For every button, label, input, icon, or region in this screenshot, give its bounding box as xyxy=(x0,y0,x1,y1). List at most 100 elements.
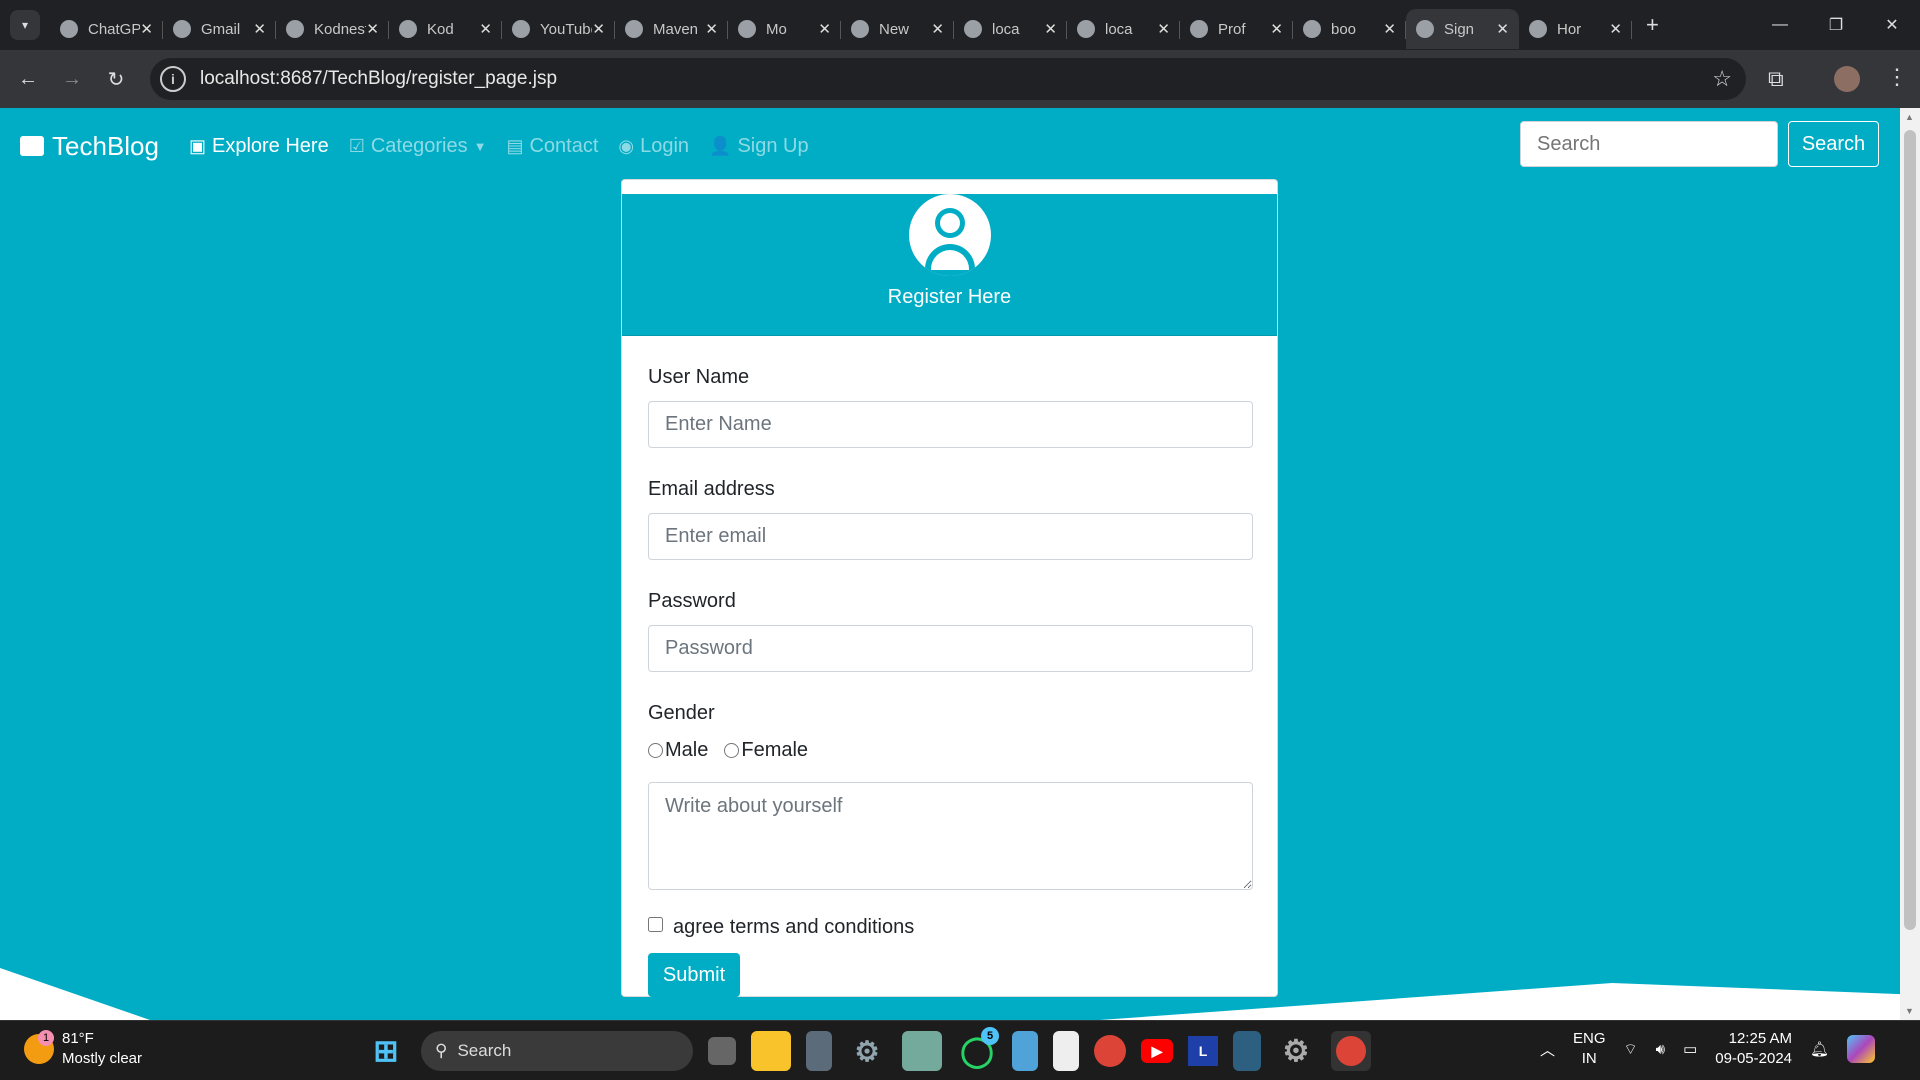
close-tab-icon[interactable]: ✕ xyxy=(818,20,831,38)
taskbar-search-label: Search xyxy=(457,1041,512,1060)
browser-tab[interactable]: Sign ✕ xyxy=(1406,9,1519,49)
male-radio[interactable] xyxy=(648,743,663,758)
globe-icon xyxy=(1190,20,1208,38)
back-button[interactable]: ← xyxy=(6,68,50,91)
tray-overflow-icon[interactable]: ︿ xyxy=(1540,1039,1555,1060)
notification-bell-icon[interactable]: 🔔︎ xyxy=(1810,1040,1829,1058)
browser-tab[interactable]: YouTube✕ xyxy=(502,9,615,49)
volume-icon[interactable]: 🔊︎ xyxy=(1656,1041,1665,1058)
browser-tab[interactable]: Kodnest ✕ xyxy=(276,9,389,49)
tab-title: Prof xyxy=(1218,20,1246,38)
browser-tab[interactable]: loca ✕ xyxy=(1067,9,1180,49)
close-tab-icon[interactable]: ✕ xyxy=(366,20,379,38)
chrome-active-icon[interactable] xyxy=(1331,1031,1371,1071)
minimize-button[interactable]: — xyxy=(1752,0,1808,50)
user-circle-icon xyxy=(908,194,991,276)
calculator-icon[interactable] xyxy=(806,1031,832,1071)
close-tab-icon[interactable]: ✕ xyxy=(140,20,153,38)
copilot-icon[interactable] xyxy=(1847,1035,1876,1063)
close-tab-icon[interactable]: ✕ xyxy=(253,20,266,38)
l-app-icon[interactable]: L xyxy=(1188,1036,1218,1066)
profile-avatar[interactable] xyxy=(1834,66,1860,92)
battery-icon[interactable]: ▭ xyxy=(1683,1040,1697,1058)
password-label: Password xyxy=(648,590,736,612)
nav-explore[interactable]: ▣ Explore Here xyxy=(189,135,329,158)
chrome-icon xyxy=(851,20,869,38)
browser-menu-icon[interactable]: ⋮ xyxy=(1886,64,1908,90)
email-input[interactable] xyxy=(648,513,1253,560)
bookmark-star-icon[interactable]: ☆ xyxy=(1712,66,1732,92)
nav-contact[interactable]: ▤ Contact xyxy=(506,135,598,158)
chrome-icon[interactable] xyxy=(1094,1035,1126,1067)
task-view-icon[interactable] xyxy=(708,1037,736,1065)
nav-signup[interactable]: 👤 Sign Up xyxy=(709,135,809,158)
close-tab-icon[interactable]: ✕ xyxy=(1044,20,1057,38)
close-window-button[interactable]: ✕ xyxy=(1864,0,1920,50)
browser-tab[interactable]: Kod ✕ xyxy=(389,9,502,49)
username-input[interactable] xyxy=(648,401,1253,448)
scroll-up-icon[interactable]: ▲ xyxy=(1905,112,1914,122)
tab-title: Sign xyxy=(1444,20,1475,38)
extensions-icon[interactable]: ⧉ xyxy=(1768,66,1784,92)
java-ee-ide-icon[interactable]: ⚙ xyxy=(1276,1031,1316,1071)
close-tab-icon[interactable]: ✕ xyxy=(479,20,492,38)
wifi-icon[interactable]: ⌔ xyxy=(1624,1040,1638,1059)
search-button[interactable]: Search xyxy=(1788,121,1879,167)
about-textarea[interactable] xyxy=(648,782,1253,890)
scroll-down-icon[interactable]: ▼ xyxy=(1905,1006,1914,1016)
weather-widget[interactable]: 1 81°F Mostly clear xyxy=(24,1029,142,1069)
browser-tab[interactable]: Prof ✕ xyxy=(1180,9,1293,49)
browser-tab[interactable]: Maven ✕ xyxy=(615,9,728,49)
chatgpt-icon[interactable] xyxy=(902,1031,942,1071)
gender-label: Gender xyxy=(648,702,715,724)
tab-title: boo xyxy=(1331,20,1357,38)
browser-tab[interactable]: loca ✕ xyxy=(954,9,1067,49)
notepad-icon[interactable] xyxy=(1012,1031,1038,1071)
decorative-wedge xyxy=(0,968,150,1020)
site-info-icon[interactable]: i xyxy=(160,66,186,92)
close-tab-icon[interactable]: ✕ xyxy=(705,20,718,38)
close-tab-icon[interactable]: ✕ xyxy=(1496,20,1509,38)
brand-link[interactable]: TechBlog xyxy=(20,131,159,162)
close-tab-icon[interactable]: ✕ xyxy=(592,20,605,38)
close-tab-icon[interactable]: ✕ xyxy=(931,20,944,38)
password-input[interactable] xyxy=(648,625,1253,672)
browser-tab[interactable]: ChatGPT✕ xyxy=(50,9,163,49)
close-tab-icon[interactable]: ✕ xyxy=(1270,20,1283,38)
forward-button[interactable]: → xyxy=(50,68,94,91)
browser-tab[interactable]: Gmail ✕ xyxy=(163,9,276,49)
scrollbar-thumb[interactable] xyxy=(1904,130,1916,930)
youtube-icon[interactable]: ▶ xyxy=(1141,1039,1173,1063)
browser-tab[interactable]: boo ✕ xyxy=(1293,9,1406,49)
taskbar-search[interactable]: ⚲ Search xyxy=(421,1031,693,1071)
reload-button[interactable]: ↻ xyxy=(94,67,138,92)
whatsapp-icon[interactable]: ◯ 5 xyxy=(957,1027,999,1071)
restore-button[interactable]: ❐ xyxy=(1808,0,1864,50)
close-tab-icon[interactable]: ✕ xyxy=(1609,20,1622,38)
browser-tab[interactable]: Mo ✕ xyxy=(728,9,841,49)
close-tab-icon[interactable]: ✕ xyxy=(1383,20,1396,38)
browser-tab[interactable]: New ✕ xyxy=(841,9,954,49)
tab-strip: ▾ ChatGPT✕Gmail✕Kodnest✕Kod✕YouTube✕Mave… xyxy=(0,0,1920,50)
nav-categories-dropdown[interactable]: ☑ Categories ▼ xyxy=(349,135,487,158)
clock[interactable]: 12:25 AM 09-05-2024 xyxy=(1715,1029,1792,1069)
tab-title: loca xyxy=(1105,20,1133,38)
new-tab-button[interactable]: + xyxy=(1646,12,1659,38)
scrollbar[interactable]: ▲ ▼ xyxy=(1900,108,1920,1020)
snipping-tool-icon[interactable] xyxy=(1053,1031,1079,1071)
windows-start-icon[interactable]: ⊞ xyxy=(366,1031,406,1071)
file-explorer-icon[interactable] xyxy=(751,1031,791,1071)
mysql-workbench-icon[interactable] xyxy=(1233,1031,1261,1071)
settings-icon[interactable]: ⚙ xyxy=(847,1031,887,1071)
terms-label: agree terms and conditions xyxy=(673,916,915,938)
browser-tab[interactable]: Hor ✕ xyxy=(1519,9,1632,49)
nav-login[interactable]: ◉ Login xyxy=(618,135,689,158)
close-tab-icon[interactable]: ✕ xyxy=(1157,20,1170,38)
female-radio[interactable] xyxy=(724,743,740,758)
terms-checkbox[interactable] xyxy=(648,917,663,932)
url-bar[interactable]: i localhost:8687/TechBlog/register_page.… xyxy=(150,58,1746,100)
search-input[interactable] xyxy=(1520,121,1778,167)
tab-search-button[interactable]: ▾ xyxy=(10,10,40,40)
language-indicator[interactable]: ENG IN xyxy=(1573,1029,1606,1069)
submit-button[interactable]: Submit xyxy=(648,953,740,997)
